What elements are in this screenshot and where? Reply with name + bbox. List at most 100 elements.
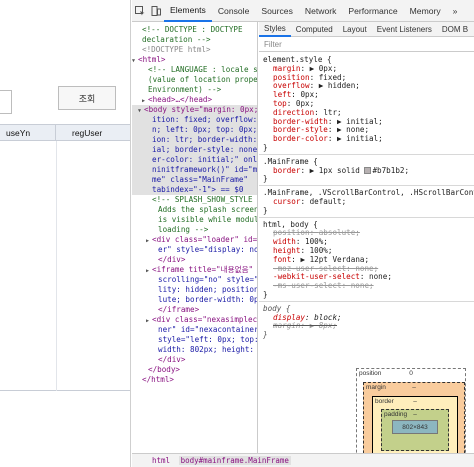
dom-node-line[interactable]: ▶ <iframe title="내용없음" [132,265,257,275]
dom-node-line[interactable]: </div> [132,355,257,365]
css-property-name: width [273,237,296,247]
tab-performance[interactable]: Performance [342,0,403,22]
tab-elements[interactable]: Elements [164,0,212,22]
css-property-name: cursor [273,197,301,206]
dom-node-line[interactable]: </div> [132,255,257,265]
grid-body[interactable] [0,141,130,391]
rule-separator [259,216,474,218]
dom-node-line[interactable]: </html> [132,375,257,385]
box-model-margin[interactable]: margin – border – padding – 802×843 [363,382,465,453]
dom-node-text: er" style="display: none [158,245,258,254]
tab-network[interactable]: Network [299,0,343,22]
dom-node-line[interactable]: <!DOCTYPE html> [132,45,257,55]
style-line[interactable]: } [259,290,474,300]
css-property-value: fixed; [318,72,347,82]
dom-node-line[interactable]: me" class="MainFrame" [132,175,257,185]
box-model-margin-label: margin [366,384,386,391]
dom-node-line[interactable]: width: 802px; height: 84 [132,345,257,355]
box-model-position[interactable]: position 0 margin – border – padding – 8… [356,368,466,453]
dom-node-text: declaration --> [142,35,211,44]
dom-node-line[interactable]: ▶ <div class="nexasimplecc [132,315,257,325]
style-line[interactable]: } [259,174,474,184]
grid-header: useYn regUser [0,124,130,141]
breadcrumb-body[interactable]: body#mainframe.MainFrame [178,456,291,465]
dom-node-line[interactable]: is visible while modules [132,215,257,225]
dom-node-text: lute; border-width: 0px; [158,295,258,304]
box-model-content[interactable]: 802×843 [392,420,438,434]
style-line[interactable]: } [259,206,474,216]
box-model-border-value: – [413,398,417,405]
rule-selector: .MainFrame { [263,156,318,166]
dom-node-line[interactable]: ion: ltr; border-width: i [132,135,257,145]
dom-node-line[interactable]: ▶ <head>…</head> [132,95,257,105]
dom-node-line[interactable]: tabindex="-1"> == $0 [132,185,257,195]
dom-node-line[interactable]: (value of location proper [132,75,257,85]
dom-node-line[interactable]: ition: fixed; overflow: h [132,115,257,125]
query-button[interactable]: 조회 [58,86,116,110]
css-separator: : [309,72,319,82]
dom-node-text: Environment) --> [148,85,222,94]
dom-node-line[interactable]: lute; border-width: 0px; [132,295,258,305]
styles-filter-input[interactable]: Filter [259,38,474,52]
dom-node-line[interactable]: er" style="display: none [132,245,258,255]
subtab-dom-breakpoints[interactable]: DOM B [437,22,473,37]
tab-sources[interactable]: Sources [255,0,299,22]
dom-node-text: n; left: 0px; top: 0px; d [152,125,258,134]
dom-node-text: <iframe title="내용없음" [152,265,254,274]
tab-memory[interactable]: Memory [404,0,447,22]
dom-node-text: <!-- DOCTYPE : DOCTYPE [142,25,243,34]
elements-tree[interactable]: <!-- DOCTYPE : DOCTYPE declaration --> <!D… [132,22,258,453]
box-model-border[interactable]: border – padding – 802×843 [372,396,458,453]
css-property-value: none; [355,263,379,273]
app-window: 조회 useYn regUser [0,0,131,467]
dom-node-line[interactable]: Environment) --> [132,85,257,95]
dom-node-line[interactable]: lity: hidden; position: [132,285,257,295]
grid-column-reguser[interactable]: regUser [56,125,130,140]
grid-column-useyn[interactable]: useYn [0,125,56,140]
dom-node-text: <!-- SPLASH_SHOW_STYLE [152,195,253,204]
dom-node-text: er-color: initial;" onloa [152,155,258,164]
rule-separator [259,300,474,302]
dom-node-line[interactable]: scrolling="no" style="vis [132,275,257,285]
style-line[interactable]: } [259,143,474,153]
css-separator: : [314,107,324,117]
dom-node-line[interactable]: ▼ <html> [132,55,257,65]
subtab-styles[interactable]: Styles [259,22,291,37]
search-input[interactable] [0,90,12,114]
css-separator: : [300,63,310,73]
inspect-icon[interactable] [132,0,148,22]
dom-node-line[interactable]: n; left: 0px; top: 0px; d [132,125,258,135]
rule-close-brace: } [263,330,268,340]
dom-node-line[interactable]: <!-- SPLASH_SHOW_STYLE [132,195,257,205]
breadcrumb-html[interactable]: html [152,456,170,465]
dom-node-line[interactable]: ner" id="nexacontainer" [132,325,257,335]
dom-node-line[interactable]: ninitframework()" id="mai [132,165,257,175]
subtab-layout[interactable]: Layout [338,22,372,37]
dom-node-line[interactable]: declaration --> [132,35,257,45]
dom-node-line[interactable]: er-color: initial;" onloa [132,155,258,165]
dom-node-line[interactable]: </body> [132,365,257,375]
dom-node-line[interactable]: <!-- LANGUAGE : locale set [132,65,258,75]
dom-node-text: <!-- LANGUAGE : locale set [148,65,258,74]
dom-node-line[interactable]: ial; border-style: none; [132,145,257,155]
dom-node-line[interactable]: Adds the splash screen [132,205,257,215]
dom-node-line[interactable]: loading --> [132,225,257,235]
dom-node-line[interactable]: style="left: 0px; top: 0 [132,335,257,345]
device-toolbar-icon[interactable] [148,0,164,22]
dom-node-line[interactable]: <!-- DOCTYPE : DOCTYPE [132,25,257,35]
css-property-name: -webkit-user-select [273,272,360,282]
dom-node-text: loading --> [158,225,209,234]
subtab-event-listeners[interactable]: Event Listeners [372,22,437,37]
dom-node-line[interactable]: </iframe> [132,305,257,315]
style-line[interactable]: } [259,330,474,340]
css-separator: : [341,281,351,291]
css-property-value: ▶ 1px solid [309,165,360,175]
dom-node-line[interactable]: ▶ <div class="loader" id= [132,235,257,245]
subtab-computed[interactable]: Computed [291,22,338,37]
more-tabs-icon[interactable]: » [447,0,464,22]
dom-node-line[interactable]: ▼ <body style="margin: 0px; [132,105,257,115]
styles-pane: Styles Computed Layout Event Listeners D… [259,22,474,453]
box-model-padding[interactable]: padding – 802×843 [381,409,449,451]
tab-console[interactable]: Console [212,0,256,22]
color-swatch[interactable] [364,166,372,174]
